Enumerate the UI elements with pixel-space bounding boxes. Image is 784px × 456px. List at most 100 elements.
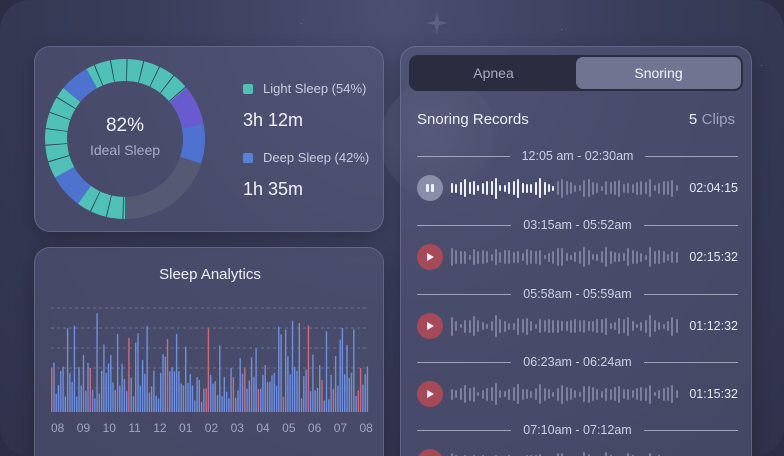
play-button[interactable]: [417, 381, 443, 407]
donut-slice: [125, 59, 187, 103]
waveform[interactable]: [451, 244, 678, 270]
sleep-bar: [323, 400, 325, 412]
play-button[interactable]: [417, 449, 443, 456]
play-button[interactable]: [417, 313, 443, 339]
waveform-bar: [451, 388, 453, 400]
sleep-bar: [114, 390, 116, 412]
waveform-bar: [574, 184, 577, 192]
waveform-bar: [455, 321, 458, 331]
sleep-bar: [98, 393, 101, 412]
waveform-bar: [530, 183, 533, 193]
sleep-bar: [64, 396, 66, 412]
waveform[interactable]: [451, 449, 678, 456]
waveform-bar: [653, 250, 656, 264]
sleep-bar: [116, 334, 119, 412]
waveform-bar: [490, 321, 493, 331]
record-duration: 01:12:32: [689, 319, 738, 333]
sleep-bar: [305, 369, 307, 412]
waveform-bar: [631, 183, 634, 193]
waveform-bar: [631, 250, 634, 264]
waveform-bar: [605, 387, 608, 401]
waveform-bar: [486, 181, 489, 195]
records-title: Snoring Records: [417, 111, 529, 128]
waveform-bar: [512, 387, 515, 401]
waveform-bar: [455, 390, 458, 398]
waveform-bar: [508, 322, 511, 330]
waveform-bar: [600, 390, 603, 398]
waveform[interactable]: [451, 175, 678, 201]
waveform-bar: [547, 319, 550, 333]
waveform-bar: [622, 319, 625, 333]
record-range-label: 05:58am - 05:59am: [523, 287, 632, 301]
sleep-bar: [316, 388, 319, 412]
tab-apnea[interactable]: Apnea: [411, 57, 576, 89]
waveform-bar: [539, 249, 542, 265]
waveform-bar: [631, 321, 634, 331]
waveform-bar: [592, 181, 594, 195]
waveform-bar: [547, 184, 550, 192]
waveform-bar: [473, 386, 476, 402]
waveform[interactable]: [451, 381, 678, 407]
sleep-bar: [257, 389, 260, 412]
waveform-bar: [675, 185, 678, 191]
sleep-bar: [126, 391, 128, 412]
waveform-bar: [583, 319, 586, 333]
waveform-bar: [671, 316, 674, 336]
record-time-range: 07:10am - 07:12am: [417, 423, 738, 437]
sleep-bar: [157, 398, 160, 412]
waveform-bar: [618, 385, 621, 403]
sleep-bar: [339, 339, 341, 412]
waveform-bar: [658, 182, 661, 194]
x-tick-label: 03: [230, 421, 244, 435]
waveform-bar: [662, 251, 665, 263]
sleep-bar: [223, 376, 225, 412]
analytics-legend: [145, 452, 261, 456]
waveform-bar: [530, 390, 533, 398]
record-time-range: 05:58am - 05:59am: [417, 287, 738, 301]
pause-button[interactable]: [417, 175, 443, 201]
deep-sleep-label: Deep Sleep (42%): [263, 150, 370, 165]
x-tick-label: 06: [307, 421, 322, 435]
waveform-bar: [658, 250, 661, 264]
waveform-bar: [525, 249, 528, 265]
sleep-bar: [303, 376, 305, 412]
waveform-bar: [649, 247, 652, 267]
sleep-bar: [121, 363, 123, 412]
record-type-tabs: Apnea Snoring: [409, 55, 743, 91]
record-range-label: 06:23am - 06:24am: [523, 355, 632, 369]
waveform-bar: [521, 253, 524, 261]
waveform-bar: [552, 250, 555, 264]
sleep-bar: [85, 390, 87, 412]
waveform-bar: [468, 319, 471, 333]
waveform-bar: [525, 183, 528, 193]
legend-light-sleep: Light Sleep (54%) 3h 12m: [243, 81, 366, 131]
waveform-bar: [499, 251, 502, 263]
waveform-bar: [574, 319, 577, 333]
waveform[interactable]: [451, 313, 678, 339]
waveform-bar: [636, 388, 639, 400]
waveform-bar: [596, 319, 599, 333]
play-button[interactable]: [417, 244, 443, 270]
sleep-bar: [366, 366, 369, 412]
tab-snoring[interactable]: Snoring: [576, 57, 741, 89]
x-tick-label: 08: [51, 421, 65, 435]
waveform-bar: [534, 388, 537, 400]
waveform-bar: [552, 391, 555, 397]
waveform-bar: [530, 250, 533, 264]
sleep-bar: [60, 371, 62, 412]
sleep-bar: [337, 385, 339, 412]
sleep-bar: [135, 342, 137, 412]
sleep-bar: [200, 401, 203, 412]
ideal-sleep-label: Ideal Sleep: [89, 142, 161, 158]
waveform-bar: [512, 322, 515, 330]
sleep-bar: [55, 393, 57, 412]
waveform-bar: [455, 183, 458, 193]
sleep-bar: [289, 374, 291, 412]
waveform-bar: [618, 252, 621, 262]
sleep-bar: [162, 354, 164, 412]
sleep-bar: [148, 392, 151, 412]
waveform-bar: [503, 320, 506, 332]
sleep-bar: [232, 377, 235, 412]
record-player: 01:15:32: [417, 381, 738, 407]
waveform-bar: [640, 252, 643, 262]
